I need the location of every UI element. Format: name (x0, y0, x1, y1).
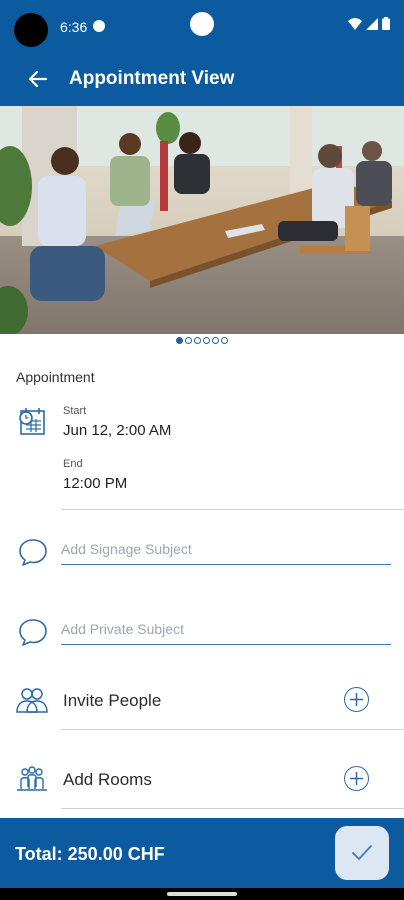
plus-icon (350, 772, 363, 785)
plus-icon (350, 693, 363, 706)
checkmark-icon (352, 845, 372, 860)
footer-bar: Total: 250.00 CHF (0, 818, 404, 888)
carousel-dot[interactable] (176, 337, 183, 344)
carousel-indicator (0, 337, 404, 347)
chat-bubble-icon (19, 539, 47, 566)
add-rooms-button[interactable] (344, 766, 369, 791)
calendar-clock-icon (19, 408, 45, 435)
wifi-icon (348, 17, 362, 30)
carousel-dot[interactable] (221, 337, 228, 344)
status-bar: 6:36 (0, 0, 404, 52)
carousel-dot[interactable] (212, 337, 219, 344)
battery-icon (382, 17, 390, 30)
carousel-dot[interactable] (194, 337, 201, 344)
page-title: Appointment View (69, 68, 235, 89)
end-label: End (63, 458, 83, 470)
status-time: 6:36 (60, 19, 88, 35)
back-button[interactable] (22, 65, 54, 93)
invite-people-row[interactable]: Invite People (0, 675, 404, 727)
app-bar: Appointment View (0, 52, 404, 106)
confirm-button[interactable] (335, 826, 389, 880)
room-people-icon (17, 766, 47, 791)
status-circle-icon (190, 12, 214, 36)
people-icon (16, 688, 48, 713)
end-time-value[interactable]: 12:00 PM (63, 475, 127, 492)
carousel-dot[interactable] (185, 337, 192, 344)
signage-subject-input[interactable] (61, 533, 391, 565)
signal-icon (366, 17, 378, 30)
status-icons (348, 17, 390, 30)
divider (61, 509, 404, 510)
total-price: Total: 250.00 CHF (15, 844, 165, 864)
chat-bubble-icon (19, 619, 47, 646)
divider (61, 808, 404, 809)
start-date-value[interactable]: Jun 12, 2:00 AM (63, 422, 171, 439)
invite-people-label: Invite People (63, 691, 162, 710)
add-rooms-label: Add Rooms (63, 770, 152, 789)
carousel-dot[interactable] (203, 337, 210, 344)
camera-cutout (14, 13, 48, 47)
start-label: Start (63, 405, 87, 417)
divider (61, 729, 404, 730)
arrow-left-icon (29, 71, 47, 87)
home-indicator[interactable] (167, 892, 237, 896)
add-people-button[interactable] (344, 687, 369, 712)
room-photo[interactable] (0, 106, 404, 334)
office-illustration (0, 106, 404, 334)
private-subject-input[interactable] (61, 613, 391, 645)
add-rooms-row[interactable]: Add Rooms (0, 754, 404, 806)
section-title: Appointment (16, 369, 95, 385)
notification-dot-icon (93, 20, 105, 32)
